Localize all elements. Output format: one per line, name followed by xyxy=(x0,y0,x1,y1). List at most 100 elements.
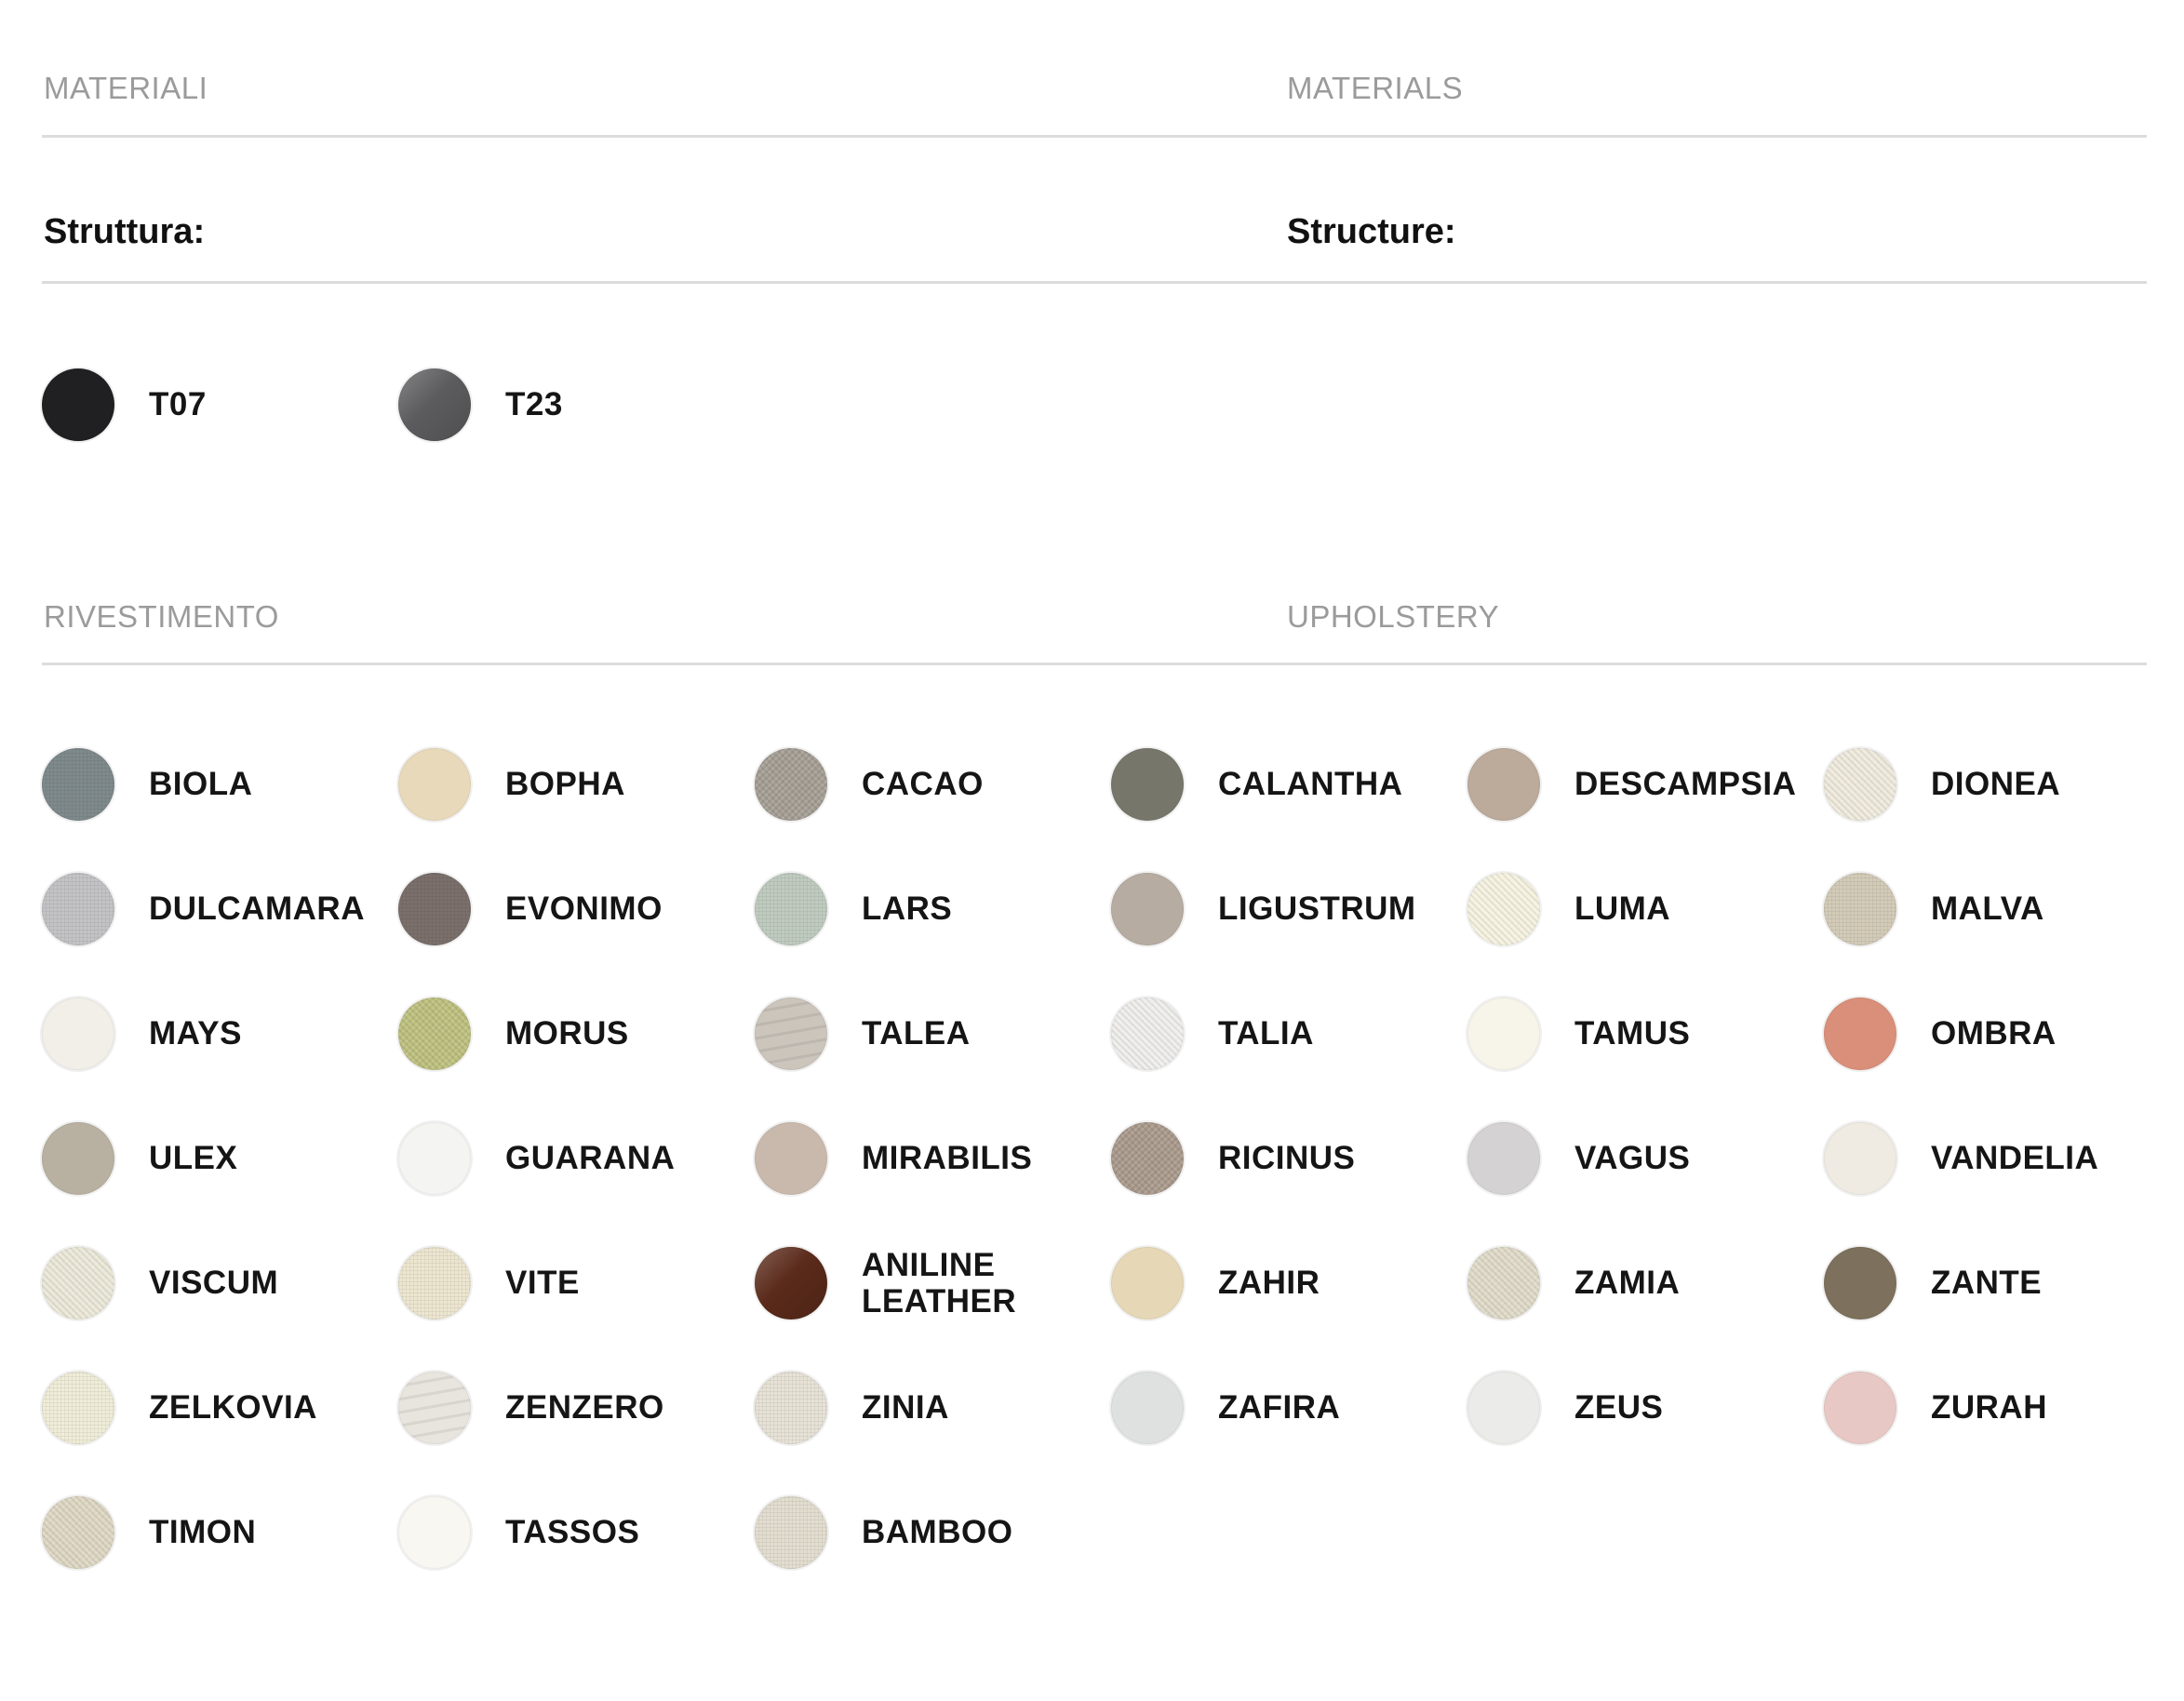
swatch-option-timon[interactable]: TIMON xyxy=(42,1495,398,1570)
swatch-option-bamboo[interactable]: BAMBOO xyxy=(755,1495,1111,1570)
swatch-option-t07[interactable]: T07 xyxy=(42,368,398,442)
swatch-circle[interactable] xyxy=(398,1372,471,1444)
swatch-circle[interactable] xyxy=(1824,1247,1896,1319)
swatch-label: VITE xyxy=(505,1265,580,1302)
swatch-option-ricinus[interactable]: RICINUS xyxy=(1111,1121,1467,1196)
swatch-circle[interactable] xyxy=(42,1372,114,1444)
swatch-circle[interactable] xyxy=(42,368,114,441)
swatch-circle[interactable] xyxy=(1111,1247,1184,1319)
swatch-circle[interactable] xyxy=(398,1247,471,1319)
swatch-circle[interactable] xyxy=(755,1247,827,1319)
swatch-option-talea[interactable]: TALEA xyxy=(755,997,1111,1071)
swatch-label: ZANTE xyxy=(1931,1265,2043,1302)
swatch-option-bopha[interactable]: BOPHA xyxy=(398,747,755,822)
swatch-label: ZEUS xyxy=(1574,1389,1664,1426)
swatch-label: CALANTHA xyxy=(1218,766,1403,803)
swatch-circle[interactable] xyxy=(398,873,471,945)
swatch-circle[interactable] xyxy=(1111,1122,1184,1195)
swatch-circle[interactable] xyxy=(398,1496,471,1569)
swatch-label: CACAO xyxy=(862,766,984,803)
swatch-circle[interactable] xyxy=(42,1122,114,1195)
swatch-circle[interactable] xyxy=(1111,748,1184,821)
swatch-circle[interactable] xyxy=(42,1247,114,1319)
swatch-option-zurah[interactable]: ZURAH xyxy=(1824,1371,2180,1445)
swatch-circle[interactable] xyxy=(398,748,471,821)
swatch-label: ZELKOVIA xyxy=(149,1389,317,1426)
swatch-circle[interactable] xyxy=(1467,1372,1540,1444)
swatch-option-tassos[interactable]: TASSOS xyxy=(398,1495,755,1570)
swatch-option-morus[interactable]: MORUS xyxy=(398,997,755,1071)
swatch-option-biola[interactable]: BIOLA xyxy=(42,747,398,822)
swatch-circle[interactable] xyxy=(1467,1247,1540,1319)
swatch-option-zelkovia[interactable]: ZELKOVIA xyxy=(42,1371,398,1445)
swatch-option-lars[interactable]: LARS xyxy=(755,872,1111,946)
swatch-label: MALVA xyxy=(1931,891,2044,928)
swatch-option-tamus[interactable]: TAMUS xyxy=(1467,997,1824,1071)
swatch-circle[interactable] xyxy=(398,368,471,441)
swatch-option-dionea[interactable]: DIONEA xyxy=(1824,747,2180,822)
swatch-option-zeus[interactable]: ZEUS xyxy=(1467,1371,1824,1445)
swatch-circle[interactable] xyxy=(1111,998,1184,1070)
swatch-circle[interactable] xyxy=(1467,748,1540,821)
swatch-label: BOPHA xyxy=(505,766,625,803)
swatch-option-zinia[interactable]: ZINIA xyxy=(755,1371,1111,1445)
swatch-circle[interactable] xyxy=(398,998,471,1070)
swatch-circle[interactable] xyxy=(42,998,114,1070)
swatch-option-talia[interactable]: TALIA xyxy=(1111,997,1467,1071)
swatch-circle[interactable] xyxy=(1467,1122,1540,1195)
swatch-option-mays[interactable]: MAYS xyxy=(42,997,398,1071)
swatch-circle[interactable] xyxy=(755,1122,827,1195)
swatch-option-dulcamara[interactable]: DULCAMARA xyxy=(42,872,398,946)
swatch-circle[interactable] xyxy=(398,1122,471,1195)
swatch-option-zahir[interactable]: ZAHIR xyxy=(1111,1246,1467,1320)
swatch-label: TALIA xyxy=(1218,1015,1314,1052)
swatch-option-vandelia[interactable]: VANDELIA xyxy=(1824,1121,2180,1196)
swatch-option-vagus[interactable]: VAGUS xyxy=(1467,1121,1824,1196)
swatch-option-zenzero[interactable]: ZENZERO xyxy=(398,1371,755,1445)
swatch-circle[interactable] xyxy=(1467,873,1540,945)
swatch-option-ombra[interactable]: OMBRA xyxy=(1824,997,2180,1071)
swatch-circle[interactable] xyxy=(755,998,827,1070)
swatch-circle[interactable] xyxy=(42,748,114,821)
swatch-circle[interactable] xyxy=(1467,998,1540,1070)
swatch-circle[interactable] xyxy=(1824,998,1896,1070)
swatch-option-zante[interactable]: ZANTE xyxy=(1824,1246,2180,1320)
materials-label-en: MATERIALS xyxy=(1287,71,1464,105)
swatch-circle[interactable] xyxy=(42,1496,114,1569)
swatch-label: MIRABILIS xyxy=(862,1140,1033,1177)
swatch-option-guarana[interactable]: GUARANA xyxy=(398,1121,755,1196)
swatch-option-viscum[interactable]: VISCUM xyxy=(42,1246,398,1320)
swatch-option-ligustrum[interactable]: LIGUSTRUM xyxy=(1111,872,1467,946)
swatch-circle[interactable] xyxy=(755,748,827,821)
swatch-option-vite[interactable]: VITE xyxy=(398,1246,755,1320)
swatch-option-luma[interactable]: LUMA xyxy=(1467,872,1824,946)
swatch-label: LARS xyxy=(862,891,953,928)
swatch-label: ZAMIA xyxy=(1574,1265,1681,1302)
swatch-circle[interactable] xyxy=(1824,748,1896,821)
swatch-option-descampsia[interactable]: DESCAMPSIA xyxy=(1467,747,1824,822)
swatch-circle[interactable] xyxy=(1824,873,1896,945)
swatch-circle[interactable] xyxy=(1824,1122,1896,1195)
swatch-option-ulex[interactable]: ULEX xyxy=(42,1121,398,1196)
swatch-label: ZURAH xyxy=(1931,1389,2047,1426)
swatch-option-zafira[interactable]: ZAFIRA xyxy=(1111,1371,1467,1445)
swatch-circle[interactable] xyxy=(42,873,114,945)
swatch-option-aniline-leather[interactable]: ANILINE LEATHER xyxy=(755,1246,1111,1320)
swatch-label: TAMUS xyxy=(1574,1015,1691,1052)
swatch-circle[interactable] xyxy=(1111,1372,1184,1444)
swatch-option-t23[interactable]: T23 xyxy=(398,368,755,442)
swatch-option-cacao[interactable]: CACAO xyxy=(755,747,1111,822)
swatch-circle[interactable] xyxy=(755,873,827,945)
swatch-option-evonimo[interactable]: EVONIMO xyxy=(398,872,755,946)
swatch-option-malva[interactable]: MALVA xyxy=(1824,872,2180,946)
swatch-option-calantha[interactable]: CALANTHA xyxy=(1111,747,1467,822)
upholstery-divider xyxy=(42,663,2147,665)
swatch-circle[interactable] xyxy=(755,1496,827,1569)
swatch-option-mirabilis[interactable]: MIRABILIS xyxy=(755,1121,1111,1196)
swatch-label: ZAHIR xyxy=(1218,1265,1320,1302)
swatch-circle[interactable] xyxy=(1824,1372,1896,1444)
swatch-option-zamia[interactable]: ZAMIA xyxy=(1467,1246,1824,1320)
swatch-circle[interactable] xyxy=(755,1372,827,1444)
swatch-circle[interactable] xyxy=(1111,873,1184,945)
swatch-label: EVONIMO xyxy=(505,891,663,928)
